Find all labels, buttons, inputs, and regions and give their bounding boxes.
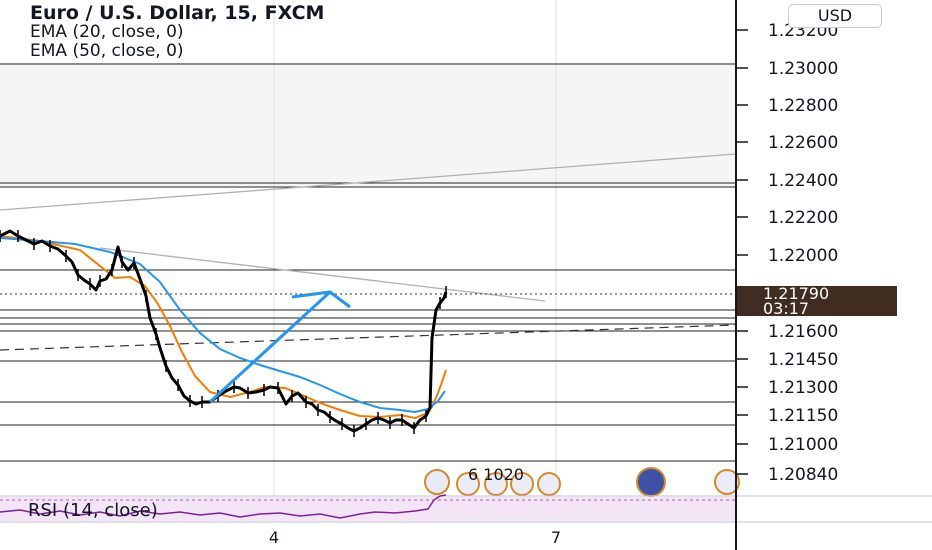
chart-canvas[interactable]: 6 1020 1.232001.230001.228001.226001.224… <box>0 0 932 550</box>
ema-50-legend[interactable]: EMA (50, close, 0) <box>30 42 324 61</box>
rsi-legend[interactable]: RSI (14, close) <box>28 500 158 521</box>
price-tick-label: 1.23000 <box>768 59 838 79</box>
price-tick-label: 1.21000 <box>768 435 838 455</box>
price-tick-label: 1.22000 <box>768 246 838 266</box>
projection-arrow[interactable] <box>208 290 351 404</box>
symbol-title[interactable]: Euro / U.S. Dollar, 15, FXCM <box>30 4 324 23</box>
us-flag-event-icon-3 <box>537 472 561 496</box>
ema-20-legend[interactable]: EMA (20, close, 0) <box>30 23 324 42</box>
eu-event-icon-right <box>636 467 666 497</box>
time-axis[interactable]: 4 7 <box>269 528 561 547</box>
chart-window: 6 1020 1.23200 1.23000 1.22800 1.22600 1.224… <box>0 0 932 550</box>
price-axis[interactable]: 1.232001.230001.228001.226001.224001.222… <box>736 21 838 485</box>
dashed-trendline[interactable] <box>0 324 737 351</box>
shaded-range-zone <box>0 64 736 186</box>
price-tick-label: 1.21300 <box>768 378 838 398</box>
event-count-label: 6 1020 <box>468 465 524 484</box>
price-tick-label: 1.21450 <box>768 350 838 370</box>
bar-countdown: 03:17 <box>763 299 810 318</box>
us-flag-event-icon <box>424 469 450 495</box>
economic-events-row[interactable]: 6 1020 <box>424 465 740 497</box>
price-tick-label: 1.22600 <box>768 133 838 153</box>
price-tick-label: 1.21150 <box>768 406 838 426</box>
chart-legend: Euro / U.S. Dollar, 15, FXCM EMA (20, cl… <box>30 4 324 61</box>
price-tick-label: 1.22400 <box>768 171 838 191</box>
price-tick-label: 1.22800 <box>768 96 838 116</box>
candlestick-series[interactable] <box>0 229 448 437</box>
last-price-tag: 1.21790 03:17 <box>737 286 897 318</box>
currency-button[interactable]: USD <box>788 4 882 28</box>
ema-50-line[interactable] <box>0 237 446 414</box>
price-tick-label: 1.22200 <box>768 208 838 228</box>
time-label-4: 4 <box>269 528 279 547</box>
price-tick-label: 1.21600 <box>768 322 838 342</box>
price-tick-label: 1.20840 <box>768 465 838 485</box>
time-label-7: 7 <box>551 528 561 547</box>
